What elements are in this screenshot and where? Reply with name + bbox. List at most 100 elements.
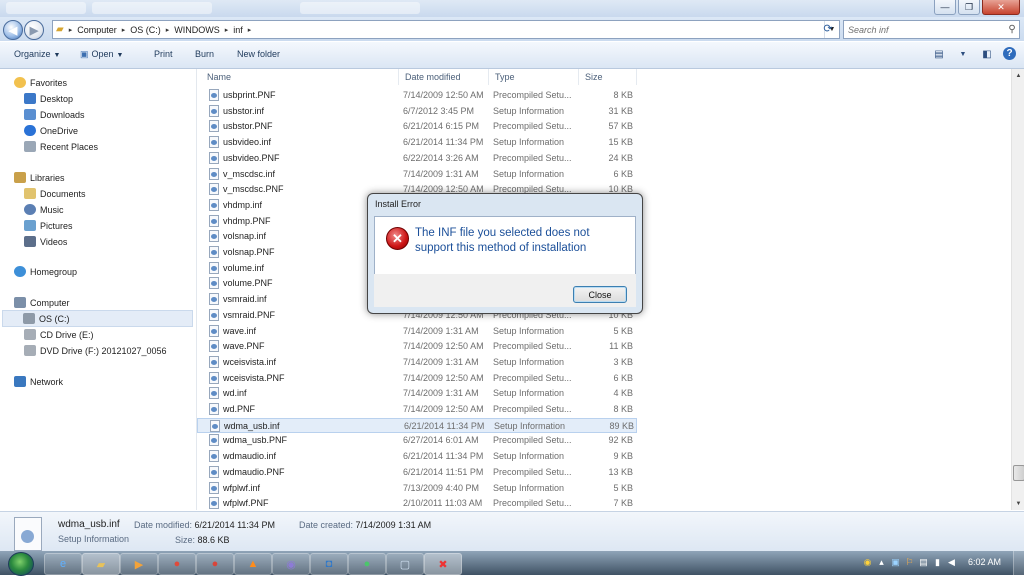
table-row[interactable]: wdma_usb.inf 6/21/2014 11:34 PM Setup Info…	[197, 417, 637, 433]
nav-label: Music	[40, 204, 64, 215]
table-row[interactable]: usbstor.inf 6/7/2012 3:45 PM Setup Informa…	[197, 104, 637, 119]
media-player-icon[interactable]: ▶	[120, 553, 158, 575]
background-tab	[92, 2, 212, 14]
print-button[interactable]: Print	[154, 49, 173, 59]
column-header-type[interactable]: Type	[489, 69, 579, 85]
clock[interactable]: 6:02 AM	[968, 557, 1001, 567]
app-icon[interactable]: ◉	[272, 553, 310, 575]
tray-icon[interactable]: ▣	[890, 556, 901, 568]
organize-button[interactable]: Organize ▼	[14, 49, 60, 59]
breadcrumb-inf[interactable]: inf	[230, 25, 246, 35]
vlc-icon[interactable]: ▲	[234, 553, 272, 575]
table-row[interactable]: wdmaudio.inf 6/21/2014 11:34 PM Setup Info…	[197, 449, 637, 464]
chrome-canary-icon[interactable]: ●	[196, 553, 234, 575]
table-row[interactable]: wdmaudio.PNF 6/21/2014 11:51 PM Precompile…	[197, 465, 637, 480]
scrollbar-thumb[interactable]	[1013, 465, 1024, 481]
column-header-size[interactable]: Size	[579, 69, 637, 85]
vertical-scrollbar[interactable]: ▲ ▼	[1011, 69, 1024, 510]
search-icon[interactable]: ⚲	[1005, 24, 1019, 35]
table-row[interactable]: wave.PNF 7/14/2009 12:50 AM Precompiled Se…	[197, 339, 637, 354]
forward-button[interactable]: ▶	[24, 20, 44, 40]
error-dialog-taskbar-icon[interactable]: ✖	[424, 553, 462, 575]
volume-icon[interactable]: ◀	[946, 556, 957, 568]
nav-music[interactable]: Music	[24, 202, 64, 217]
address-bar[interactable]: ▰ ▸ Computer ▸ OS (C:) ▸ WINDOWS ▸ inf ▸…	[52, 20, 840, 39]
show-desktop-button[interactable]	[1013, 551, 1024, 575]
preview-pane-icon[interactable]: ◧	[979, 47, 995, 61]
table-row[interactable]: usbprint.PNF 7/14/2009 12:50 AM Precompile…	[197, 88, 637, 103]
table-row[interactable]: wd.PNF 7/14/2009 12:50 AM Precompiled Setu…	[197, 402, 637, 417]
nav-pictures[interactable]: Pictures	[24, 218, 73, 233]
table-row[interactable]: wceisvista.inf 7/14/2009 1:31 AM Setup Inf…	[197, 355, 637, 370]
breadcrumb-os[interactable]: OS (C:)	[127, 25, 164, 35]
nav-recent-places[interactable]: Recent Places	[24, 139, 98, 154]
nav-documents[interactable]: Documents	[24, 186, 86, 201]
close-window-button[interactable]: ✕	[982, 0, 1020, 15]
minimize-button[interactable]: —	[934, 0, 956, 15]
table-row[interactable]: usbvideo.PNF 6/22/2014 3:26 AM Precompiled…	[197, 151, 637, 166]
setup-file-icon	[209, 324, 219, 337]
close-button[interactable]: Close	[573, 286, 627, 303]
file-date: 7/14/2009 1:31 AM	[403, 356, 479, 367]
chrome-icon[interactable]: ●	[158, 553, 196, 575]
view-dropdown-icon[interactable]: ▼	[955, 47, 971, 61]
window-app-icon[interactable]: ▢	[386, 553, 424, 575]
breadcrumb-windows[interactable]: WINDOWS	[171, 25, 223, 35]
install-error-dialog: Install Error ✕ The INF file you selecte…	[367, 193, 643, 314]
nav-favorites[interactable]: Favorites	[14, 75, 67, 90]
file-thumbnail-icon	[14, 517, 42, 551]
tray-icon[interactable]: ⚐	[904, 556, 915, 568]
table-row[interactable]: usbvideo.inf 6/21/2014 11:34 PM Setup Info…	[197, 135, 637, 150]
refresh-icon[interactable]: ⟳	[820, 21, 836, 36]
table-row[interactable]: wfplwf.inf 7/13/2009 4:40 PM Setup Informa…	[197, 481, 637, 496]
table-row[interactable]: wfplwf.PNF 2/10/2011 11:03 AM Precompiled …	[197, 496, 637, 511]
file-type: Precompiled Setu...	[493, 466, 572, 477]
battery-icon[interactable]: ▮	[932, 556, 943, 568]
nav-onedrive[interactable]: OneDrive	[24, 123, 78, 138]
view-options-icon[interactable]: ▤	[931, 47, 947, 61]
window-controls: — ❐ ✕	[932, 0, 1020, 15]
outlook-icon[interactable]: ◘	[310, 553, 348, 575]
nav-dvd-drive[interactable]: DVD Drive (F:) 20121027_0056	[24, 343, 167, 358]
file-date: 6/27/2014 6:01 AM	[403, 435, 479, 446]
nav-computer[interactable]: Computer	[14, 295, 70, 310]
table-row[interactable]: usbstor.PNF 6/21/2014 6:15 PM Precompiled …	[197, 119, 637, 134]
tray-icon[interactable]: ▴	[876, 556, 887, 568]
tray-icon[interactable]: ◉	[862, 556, 873, 568]
column-header-date[interactable]: Date modified	[399, 69, 489, 85]
chevron-down-icon: ▼	[116, 52, 124, 59]
table-row[interactable]: wdma_usb.PNF 6/27/2014 6:01 AM Precompiled…	[197, 433, 637, 448]
setup-file-icon	[209, 403, 219, 415]
file-explorer-icon[interactable]: ▰	[82, 553, 120, 575]
table-row[interactable]: wceisvista.PNF 7/14/2009 12:50 AM Precompi…	[197, 371, 637, 386]
burn-button[interactable]: Burn	[195, 49, 214, 59]
help-icon[interactable]: ?	[1003, 47, 1016, 60]
table-row[interactable]: wd.inf 7/14/2009 1:31 AM Setup Information…	[197, 386, 637, 401]
search-input[interactable]: Search inf ⚲	[843, 20, 1020, 39]
maximize-button[interactable]: ❐	[958, 0, 980, 15]
column-header-name[interactable]: Name	[201, 69, 399, 85]
back-button[interactable]: ◀	[3, 20, 23, 40]
nav-homegroup[interactable]: Homegroup	[14, 264, 77, 279]
table-row[interactable]: v_mscdsc.inf 7/14/2009 1:31 AM Setup Infor…	[197, 167, 637, 182]
nav-cd-drive[interactable]: CD Drive (E:)	[24, 327, 94, 342]
nav-videos[interactable]: Videos	[24, 234, 67, 249]
star-icon	[14, 77, 26, 88]
spotify-icon[interactable]: ●	[348, 553, 386, 575]
breadcrumb-computer[interactable]: Computer	[74, 25, 120, 35]
nav-desktop[interactable]: Desktop	[24, 91, 73, 106]
new-folder-button[interactable]: New folder	[237, 49, 280, 59]
file-size: 8 KB	[613, 404, 633, 414]
internet-explorer-icon[interactable]: e	[44, 553, 82, 575]
nav-os-drive[interactable]: OS (C:)	[2, 310, 193, 327]
scroll-up-icon[interactable]: ▲	[1012, 69, 1024, 82]
nav-libraries[interactable]: Libraries	[14, 170, 65, 185]
nav-downloads[interactable]: Downloads	[24, 107, 85, 122]
table-row[interactable]: wave.inf 7/14/2009 1:31 AM Setup Informati…	[197, 324, 637, 339]
file-size: 13 KB	[608, 466, 633, 477]
start-button[interactable]	[8, 552, 34, 576]
scroll-down-icon[interactable]: ▼	[1012, 497, 1024, 510]
nav-network[interactable]: Network	[14, 374, 63, 389]
open-button[interactable]: ▣ Open ▼	[80, 49, 123, 60]
network-tray-icon[interactable]: ▤	[918, 556, 929, 568]
